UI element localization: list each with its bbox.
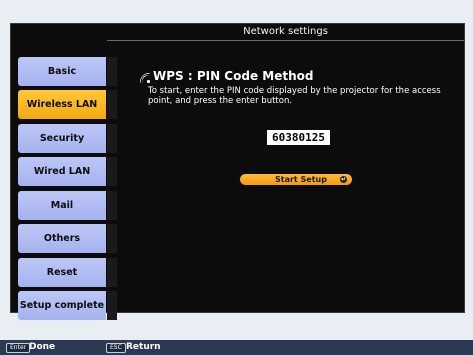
footer-bar: Enter Done ESC Return: [0, 340, 473, 355]
tab-mail[interactable]: Mail: [18, 191, 106, 220]
tab-connector: [107, 57, 117, 86]
tab-connector: [107, 157, 117, 186]
tab-connector: [107, 124, 117, 153]
pin-code-display: 60380125: [267, 130, 330, 145]
panel-title: Network settings: [107, 24, 464, 41]
tab-security[interactable]: Security: [18, 124, 106, 153]
enter-icon: ↵: [340, 176, 347, 183]
network-settings-panel: Network settings Basic Wireless LAN Secu…: [10, 23, 465, 320]
wps-instructions: To start, enter the PIN code displayed b…: [148, 86, 441, 106]
tab-connector: [107, 224, 117, 253]
esc-key-icon: ESC: [106, 343, 126, 353]
tab-basic[interactable]: Basic: [18, 57, 106, 86]
enter-key-icon: Enter: [6, 343, 31, 353]
wps-method-title: WPS : PIN Code Method: [153, 69, 314, 83]
enter-hint: Done: [29, 342, 56, 352]
tab-connector: [107, 258, 117, 287]
wireless-signal-icon: [140, 73, 151, 84]
tab-setup-complete[interactable]: Setup complete: [18, 291, 106, 320]
esc-hint: Return: [126, 342, 161, 352]
tab-others[interactable]: Others: [18, 224, 106, 253]
wireless-lan-content: WPS : PIN Code Method To start, enter th…: [117, 41, 464, 312]
tab-connector: [107, 191, 117, 220]
tab-wireless-lan[interactable]: Wireless LAN: [18, 90, 106, 119]
start-setup-button[interactable]: Start Setup ↵: [240, 174, 352, 185]
start-setup-label: Start Setup: [275, 175, 327, 184]
tab-connector: [107, 291, 117, 320]
tab-wired-lan[interactable]: Wired LAN: [18, 157, 106, 186]
tab-connector: [107, 90, 117, 119]
tab-reset[interactable]: Reset: [18, 258, 106, 287]
